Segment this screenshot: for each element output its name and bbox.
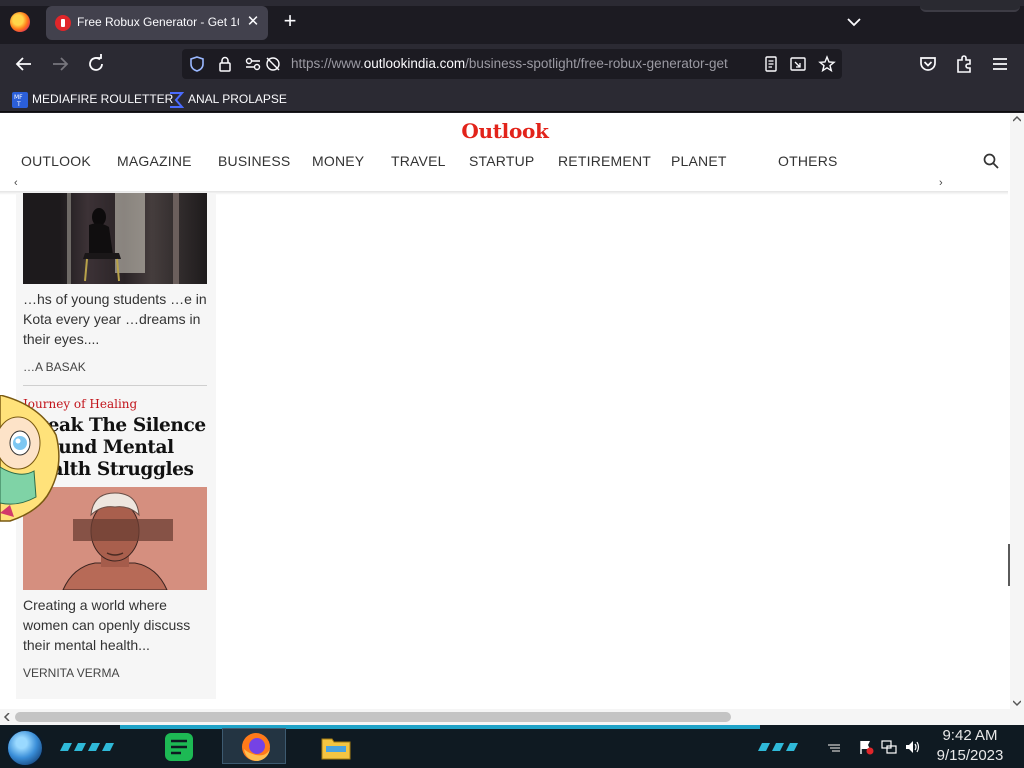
window-controls[interactable] (920, 0, 1020, 12)
sigma-icon (170, 91, 184, 108)
notes-app-icon[interactable] (163, 731, 195, 763)
horizontal-scrollbar-thumb[interactable] (15, 712, 731, 722)
site-nav-menu: OUTLOOK MAGAZINE BUSINESS MONEY TRAVEL S… (21, 153, 848, 171)
start-button[interactable] (6, 729, 44, 767)
nav-item-travel[interactable]: TRAVEL (391, 153, 469, 171)
reader-view-icon[interactable] (762, 55, 780, 73)
permissions-icon[interactable] (244, 55, 262, 73)
nav-scroll-left-arrow[interactable]: ‹ (14, 177, 26, 189)
tracking-blocked-icon[interactable] (264, 55, 282, 73)
article-image[interactable] (23, 193, 207, 284)
nav-scroll-right-arrow[interactable]: › (939, 177, 951, 189)
volume-icon[interactable] (905, 739, 921, 755)
action-center-flag-icon[interactable] (858, 739, 874, 755)
scroll-down-arrow-icon[interactable] (1013, 699, 1021, 707)
pocket-icon[interactable] (916, 52, 940, 76)
new-tab-button[interactable]: + (280, 10, 300, 34)
nav-item-others[interactable]: OTHERS (778, 153, 848, 171)
bookmark-label: MEDIAFIRE ROULETTER (32, 92, 174, 106)
tab-title: Free Robux Generator - Get 10,000 Robux (77, 15, 239, 29)
nav-item-startup[interactable]: STARTUP (469, 153, 558, 171)
tab-active[interactable]: Free Robux Generator - Get 10,000 Robux … (46, 6, 268, 40)
url-domain: outlookindia.com (363, 56, 466, 71)
firefox-menu-icon[interactable] (10, 12, 30, 32)
url-prefix: https://www. (291, 56, 364, 71)
svg-text:T: T (16, 101, 21, 108)
address-bar[interactable]: https://www.outlookindia.com/business-sp… (182, 49, 842, 79)
cartoon-sticker-image (0, 395, 60, 522)
forward-arrow-icon[interactable] (48, 52, 72, 76)
bookmark-mediafire[interactable]: MF T MEDIAFIRE ROULETTER (12, 90, 173, 108)
nav-item-business[interactable]: BUSINESS (218, 153, 312, 171)
nav-item-planet[interactable]: PLANET (671, 153, 778, 171)
reload-icon[interactable] (84, 52, 108, 76)
article-divider (23, 385, 207, 386)
scroll-left-arrow-icon[interactable] (3, 713, 11, 721)
chevron-down-icon[interactable] (844, 12, 864, 32)
lock-icon[interactable] (216, 55, 234, 73)
bookmark-sigma[interactable]: ANAL PROLAPSE (168, 90, 287, 108)
clock-date[interactable]: 9/15/2023 (930, 747, 1010, 764)
tab-close-icon[interactable]: ✕ (244, 12, 262, 32)
article-author[interactable]: VERNITA VERMA (23, 666, 119, 680)
file-explorer-icon[interactable] (320, 731, 352, 763)
shield-icon[interactable] (188, 55, 206, 73)
article-snippet[interactable]: …hs of young students …e in Kota every y… (23, 289, 207, 349)
mediafire-icon: MF T (12, 91, 28, 108)
horizontal-scrollbar[interactable] (0, 709, 1024, 725)
clock-time[interactable]: 9:42 AM (930, 727, 1010, 744)
article-image-art (67, 193, 179, 284)
taskbar: 9:42 AM 9/15/2023 (0, 725, 1024, 768)
site-logo[interactable]: Outlook (0, 119, 1010, 143)
search-icon[interactable] (982, 152, 1000, 170)
taskbar-decoration (758, 743, 798, 751)
bookmark-label: ANAL PROLAPSE (188, 92, 287, 106)
svg-text:MF: MF (14, 94, 23, 101)
picture-in-picture-icon[interactable] (789, 55, 807, 73)
scroll-up-arrow-icon[interactable] (1013, 115, 1021, 123)
bookmark-star-icon[interactable] (818, 55, 836, 73)
hamburger-menu-icon[interactable] (988, 52, 1012, 76)
web-page: Outlook OUTLOOK MAGAZINE BUSINESS MONEY … (0, 113, 1024, 725)
tab-bar: Free Robux Generator - Get 10,000 Robux … (0, 0, 1024, 44)
nav-item-outlook[interactable]: OUTLOOK (21, 153, 117, 171)
taskbar-decoration (60, 743, 114, 751)
nav-item-magazine[interactable]: MAGAZINE (117, 153, 218, 171)
nav-item-retirement[interactable]: RETIREMENT (558, 153, 671, 171)
extensions-icon[interactable] (952, 52, 976, 76)
firefox-icon[interactable] (240, 731, 272, 763)
vertical-scrollbar[interactable] (1010, 113, 1024, 713)
article-author[interactable]: …A BASAK (23, 360, 86, 374)
back-arrow-icon[interactable] (12, 52, 36, 76)
url-path: /business-spotlight/free-robux-generator… (465, 56, 728, 71)
network-icon[interactable] (881, 739, 897, 755)
taskbar-accent-strip (120, 725, 760, 729)
article-snippet[interactable]: Creating a world where women can openly … (23, 595, 207, 655)
bookmarks-toolbar: MF T MEDIAFIRE ROULETTER ANAL PROLAPSE (0, 84, 1024, 112)
url-text[interactable]: https://www.outlookindia.com/business-sp… (291, 56, 749, 71)
show-hidden-icons-icon[interactable] (826, 739, 842, 755)
nav-item-money[interactable]: MONEY (312, 153, 391, 171)
favicon-icon (55, 15, 71, 31)
navigation-toolbar: https://www.outlookindia.com/business-sp… (0, 44, 1024, 84)
